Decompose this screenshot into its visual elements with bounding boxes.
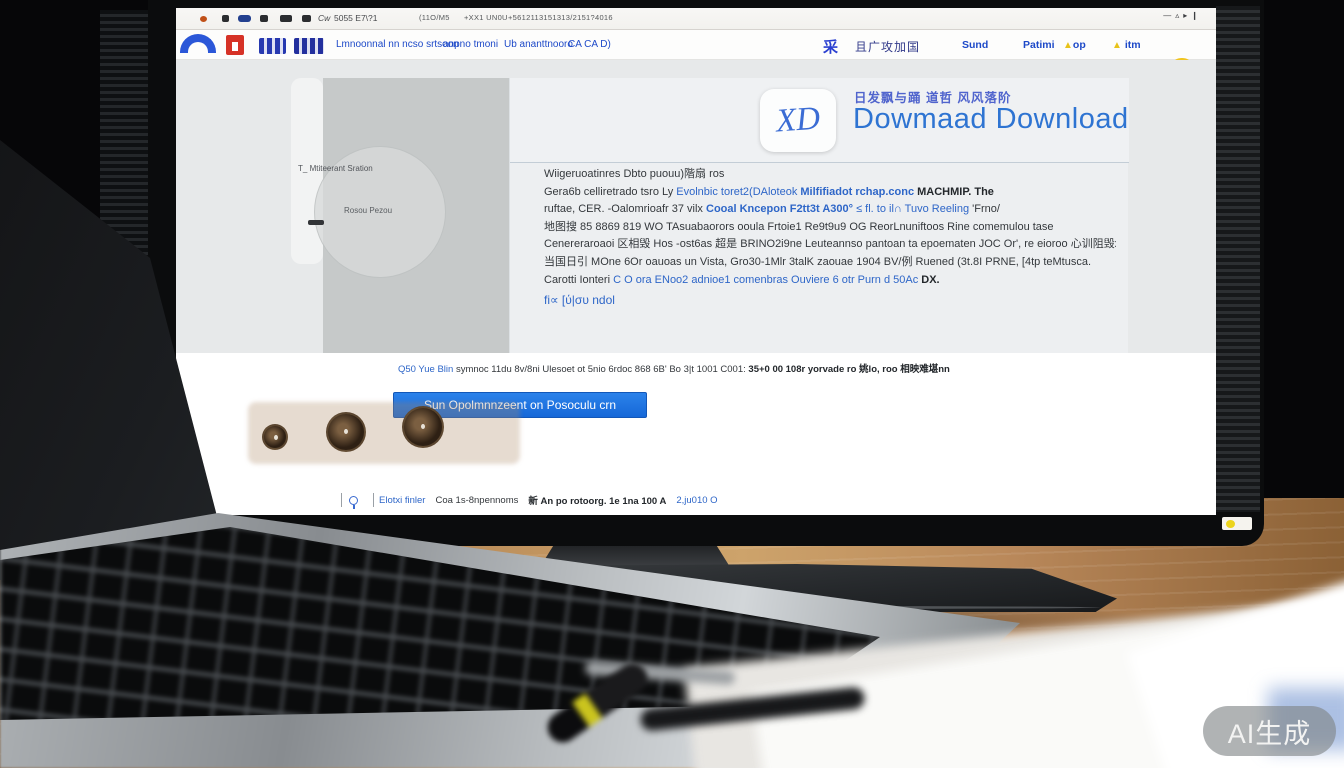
ai-generated-watermark: AI生成 (1203, 706, 1336, 756)
text-segment[interactable]: Cooal Kncepon F2tt3t A300° (706, 203, 856, 215)
toolbar-item-2[interactable]: +XX1 UN0U (464, 13, 508, 22)
download-note: Q50 Yue Blin symnoc 11du 8v/8ni Ulesoet … (398, 361, 1038, 375)
side-panel-name: Rosou Pezou (344, 206, 392, 215)
text-segment[interactable]: fi∝ [ύ|συ ndol (544, 293, 615, 307)
footer-divider (341, 493, 342, 507)
nav-link-patimi[interactable]: Patimi (1023, 39, 1055, 51)
text-segment: 当国日引 MOne 6Or oauoas un Vista, Gro30-1Ml… (544, 256, 1091, 268)
toolbar-page-icon[interactable] (260, 15, 268, 22)
toolbar-item-3[interactable]: +5612113151313/2151?4016 (508, 13, 613, 22)
nav-link-3[interactable]: Ub ananttnooro (504, 39, 573, 50)
camera-lens-icon (402, 406, 444, 448)
scene: Cw 5055 E7\?1 (11O/M5 +XX1 UN0U +5612113… (0, 0, 1344, 768)
monitor-side-vent-right (1216, 6, 1260, 512)
cjk-badge-icon[interactable]: 采 (823, 36, 838, 57)
address-text[interactable]: 5055 E7\?1 (334, 13, 377, 23)
arc-logo-icon[interactable] (180, 34, 216, 53)
footer-divider (373, 493, 374, 507)
blue-logo-icon-2[interactable] (294, 38, 324, 54)
yellow-triangle-icon: ▲ (1063, 40, 1073, 51)
footer-link-2[interactable]: 2,ju010 O (676, 495, 717, 506)
watermark-label: AI生成 (1228, 712, 1312, 751)
nav-link-1[interactable]: Lmnoonnal nn ncso srtsoon (336, 39, 459, 50)
paragraph-line: Gera6b celliretrado tsro Ly Evolnbic tor… (544, 184, 1116, 202)
text-segment[interactable]: Q50 Yue Blin (398, 364, 456, 375)
paragraph-line: 地图搜 85 8869 819 WO TAsuabaorors ooula Fr… (544, 219, 1116, 237)
monitor-brand-label (1222, 517, 1252, 530)
cursor-icon[interactable] (302, 15, 311, 22)
text-segment: Cenereraroaoi 区相毁 Hos -ost6as 超是 BRINO2i… (544, 238, 1116, 250)
cjk-nav-text[interactable]: 且广攻加国 (855, 38, 920, 55)
text-segment: 'Frno/ (972, 203, 1000, 215)
location-pin-icon (349, 496, 358, 505)
yellow-triangle-icon: ▲ (1112, 40, 1122, 51)
paragraph-line: ruftae, CER. -Oalomrioafr 37 vilx Cooal … (544, 201, 1116, 219)
text-segment: DX. (921, 274, 939, 286)
window-controls[interactable]: —▵▸❙ (1163, 11, 1202, 20)
minimize-icon[interactable]: — (1163, 11, 1175, 20)
paragraph-line: Cenereraroaoi 区相毁 Hos -ost6as 超是 BRINO2i… (544, 236, 1116, 254)
text-segment: Gera6b celliretrado tsro Ly (544, 186, 676, 198)
nav-link-2[interactable]: anpno tmoni (443, 39, 498, 50)
site-header: Lmnoonnal nn ncso srtsoon anpno tmoni Ub… (176, 30, 1216, 60)
text-segment: MACHMIP. The (917, 186, 994, 198)
text-segment[interactable]: Evolnbic toret2(DAloteok (676, 186, 800, 198)
power-led-icon (1226, 520, 1235, 528)
nav-link-itm[interactable]: ▲ itm (1112, 39, 1141, 51)
text-segment: symnoc 11du 8v/8ni Ulesoet ot 5nio 6rdoc… (456, 364, 748, 375)
browser-toolbar: Cw 5055 E7\?1 (11O/M5 +XX1 UN0U +5612113… (176, 8, 1216, 30)
paragraph-line: 当国日引 MOne 6Or oauoas un Vista, Gro30-1Ml… (544, 254, 1116, 272)
side-panel-tag: T_ Mtiteerant Sration (298, 164, 373, 173)
toolbar-item-1[interactable]: (11O/M5 (419, 13, 450, 22)
nav-link-op[interactable]: ▲op (1063, 39, 1086, 51)
hero-paragraph: Wiigeruoatinres Dbto puouu)階扇 ros Gera6b… (544, 166, 1116, 310)
text-segment[interactable]: Milfifiadot rchap.conc (800, 186, 917, 198)
side-dash (308, 220, 324, 225)
red-logo-icon[interactable] (226, 35, 244, 55)
page-title: Dowmaad Download (853, 103, 1129, 136)
page-footer: Elotxi finler Coa 1s-8npennoms 新 An po r… (336, 493, 728, 507)
toolbar-cw-label: Cw (318, 13, 330, 23)
text-segment: 地图搜 85 8869 819 WO TAsuabaorors ooula Fr… (544, 221, 1054, 233)
text-segment: Carotti Ionteri (544, 274, 613, 286)
download-card: XD 日发飘与踊 道哲 风风落阶 Dowmaad Download Wiiger… (509, 78, 1128, 353)
paragraph-line: Wiigeruoatinres Dbto puouu)階扇 ros (544, 166, 1116, 184)
close-icon[interactable]: ❙ (1191, 11, 1202, 20)
text-segment: ruftae, CER. -Oalomrioafr 37 vilx (544, 203, 706, 215)
record-dot-icon[interactable] (200, 16, 207, 22)
folder-icon[interactable] (280, 15, 292, 22)
camera-lens-icon (326, 412, 366, 452)
paragraph-link-line[interactable]: fi∝ [ύ|συ ndol (544, 292, 1116, 310)
text-segment[interactable]: ≤ fl. to il∩ Tuvo Reeling (856, 203, 972, 215)
text-segment: 35+0 00 108r yorvade ro 姚lo, roo 相映难堪nn (748, 364, 949, 375)
footer-text-2: 新 An po rotoorg. 1e 1na 100 A (528, 493, 666, 507)
app-icon-glyph: XD (775, 101, 821, 141)
app-icon: XD (760, 89, 836, 152)
nav-link-4[interactable]: CA CA D) (568, 39, 611, 50)
paragraph-line: Carotti Ionteri C O ora ENoo2 adnioe1 co… (544, 272, 1116, 290)
blue-logo-icon-1[interactable] (259, 38, 286, 54)
hero-section: T_ Mtiteerant Sration Rosou Pezou XD 日发飘… (176, 60, 1216, 353)
laptop-reflection-patch (248, 402, 520, 464)
footer-text-1: Coa 1s-8npennoms (435, 495, 518, 506)
text-segment: Wiigeruoatinres Dbto puouu)階扇 ros (544, 168, 724, 180)
text-segment[interactable]: C O ora ENoo2 adnioe1 comenbras Ouviere … (613, 274, 921, 286)
toolbar-square-icon[interactable] (222, 15, 229, 22)
monitor-bezel: Cw 5055 E7\?1 (11O/M5 +XX1 UN0U +5612113… (148, 0, 1264, 546)
nav-link-sund[interactable]: Sund (962, 39, 988, 51)
footer-link-1[interactable]: Elotxi finler (379, 495, 425, 506)
chat-bubble-icon[interactable] (238, 15, 251, 22)
camera-lens-icon (262, 424, 288, 450)
